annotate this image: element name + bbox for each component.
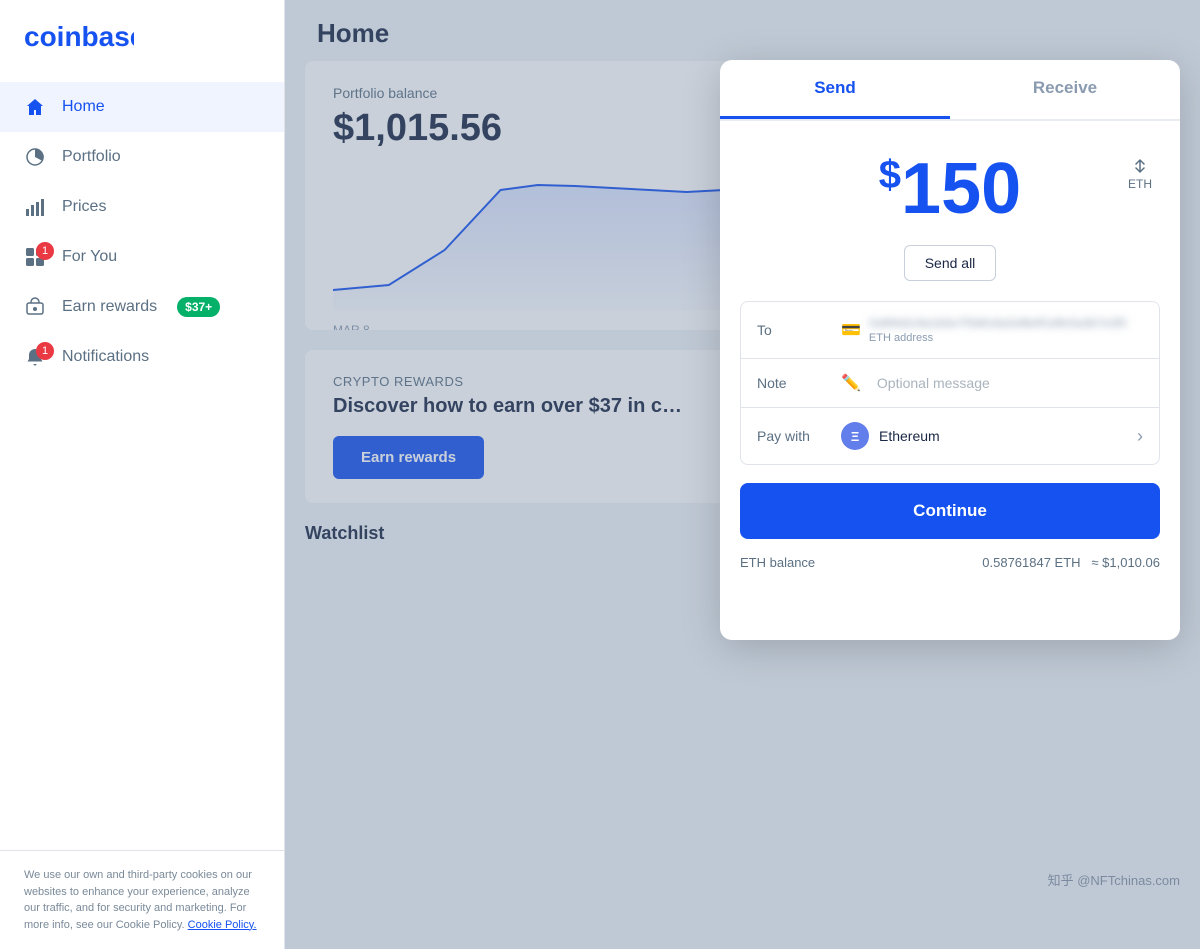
to-address-container: 0x8f4d2c9a1b5e7f3d0c6a2e8b4f1d9c5a3b7e2f… bbox=[869, 316, 1127, 344]
send-receive-modal: Send Receive $150 ETH Send all bbox=[720, 60, 1180, 640]
notifications-badge: 1 bbox=[36, 342, 54, 360]
form-fields: To 💳 0x8f4d2c9a1b5e7f3d0c6a2e8b4f1d9c5a3… bbox=[740, 301, 1160, 465]
portfolio-icon bbox=[24, 146, 46, 168]
balance-eth: 0.58761847 ETH bbox=[982, 555, 1080, 570]
modal-overlay: Send Receive $150 ETH Send all bbox=[285, 0, 1200, 949]
amount-section: $150 ETH Send all bbox=[720, 121, 1180, 301]
balance-label: ETH balance bbox=[740, 555, 815, 570]
continue-button[interactable]: Continue bbox=[740, 483, 1160, 539]
tab-send[interactable]: Send bbox=[720, 60, 950, 119]
amount-value: 150 bbox=[901, 149, 1021, 229]
sidebar-item-home[interactable]: Home bbox=[0, 82, 284, 132]
modal-tabs: Send Receive bbox=[720, 60, 1180, 121]
pay-with-label: Pay with bbox=[757, 428, 829, 444]
sidebar-footer: We use our own and third-party cookies o… bbox=[0, 850, 284, 949]
pay-with-content: Ξ Ethereum bbox=[841, 422, 940, 450]
earn-rewards-badge: $37+ bbox=[177, 297, 220, 317]
pay-with-value: Ethereum bbox=[879, 428, 940, 444]
balance-value: 0.58761847 ETH ≈ $1,010.06 bbox=[982, 555, 1160, 570]
amount-display: $150 bbox=[748, 153, 1152, 225]
foryou-badge: 1 bbox=[36, 242, 54, 260]
sidebar-item-portfolio-label: Portfolio bbox=[62, 148, 121, 166]
logo: coinbase bbox=[0, 0, 284, 82]
eth-address-label: ETH address bbox=[869, 332, 1127, 344]
main-content: Home Portfolio balance $1,015.56 bbox=[285, 0, 1200, 949]
pay-with-field[interactable]: Pay with Ξ Ethereum › bbox=[741, 408, 1159, 464]
sidebar-item-foryou[interactable]: 1 For You bbox=[0, 232, 284, 282]
prices-icon bbox=[24, 196, 46, 218]
chevron-right-icon: › bbox=[1137, 426, 1143, 447]
svg-text:coinbase: coinbase bbox=[24, 21, 134, 52]
sidebar-item-notifications-label: Notifications bbox=[62, 348, 149, 366]
sidebar-item-earnrewards-label: Earn rewards bbox=[62, 298, 157, 316]
sidebar-item-home-label: Home bbox=[62, 98, 105, 116]
card-icon: 💳 bbox=[841, 320, 861, 340]
currency-toggle[interactable]: ETH bbox=[1128, 157, 1152, 191]
sidebar-item-prices-label: Prices bbox=[62, 198, 106, 216]
note-field[interactable]: Note ✏️ Optional message bbox=[741, 359, 1159, 408]
to-label: To bbox=[757, 322, 829, 338]
sidebar-item-notifications[interactable]: 1 Notifications bbox=[0, 332, 284, 382]
dollar-sign: $ bbox=[879, 153, 901, 197]
sidebar: coinbase Home Portfolio bbox=[0, 0, 285, 949]
earn-icon bbox=[24, 296, 46, 318]
pencil-icon: ✏️ bbox=[841, 373, 861, 393]
sidebar-item-foryou-label: For You bbox=[62, 248, 117, 266]
currency-label: ETH bbox=[1128, 177, 1152, 191]
balance-usd: ≈ $1,010.06 bbox=[1091, 555, 1160, 570]
foryou-icon: 1 bbox=[24, 246, 46, 268]
sidebar-item-prices[interactable]: Prices bbox=[0, 182, 284, 232]
bell-icon: 1 bbox=[24, 346, 46, 368]
toggle-icon bbox=[1131, 157, 1149, 175]
to-address: 0x8f4d2c9a1b5e7f3d0c6a2e8b4f1d9c5a3b7e2f… bbox=[869, 316, 1127, 330]
tab-receive[interactable]: Receive bbox=[950, 60, 1180, 119]
home-icon bbox=[24, 96, 46, 118]
note-placeholder: Optional message bbox=[877, 375, 990, 391]
to-field: To 💳 0x8f4d2c9a1b5e7f3d0c6a2e8b4f1d9c5a3… bbox=[741, 302, 1159, 359]
sidebar-navigation: Home Portfolio Prices bbox=[0, 82, 284, 850]
cookie-policy-link[interactable]: Cookie Policy. bbox=[188, 919, 257, 931]
modal-balance: ETH balance 0.58761847 ETH ≈ $1,010.06 bbox=[720, 545, 1180, 586]
coinbase-logo: coinbase bbox=[24, 20, 134, 54]
note-label: Note bbox=[757, 375, 829, 391]
sidebar-item-earnrewards[interactable]: Earn rewards $37+ bbox=[0, 282, 284, 332]
ethereum-icon: Ξ bbox=[841, 422, 869, 450]
sidebar-item-portfolio[interactable]: Portfolio bbox=[0, 132, 284, 182]
send-all-button[interactable]: Send all bbox=[904, 245, 997, 281]
